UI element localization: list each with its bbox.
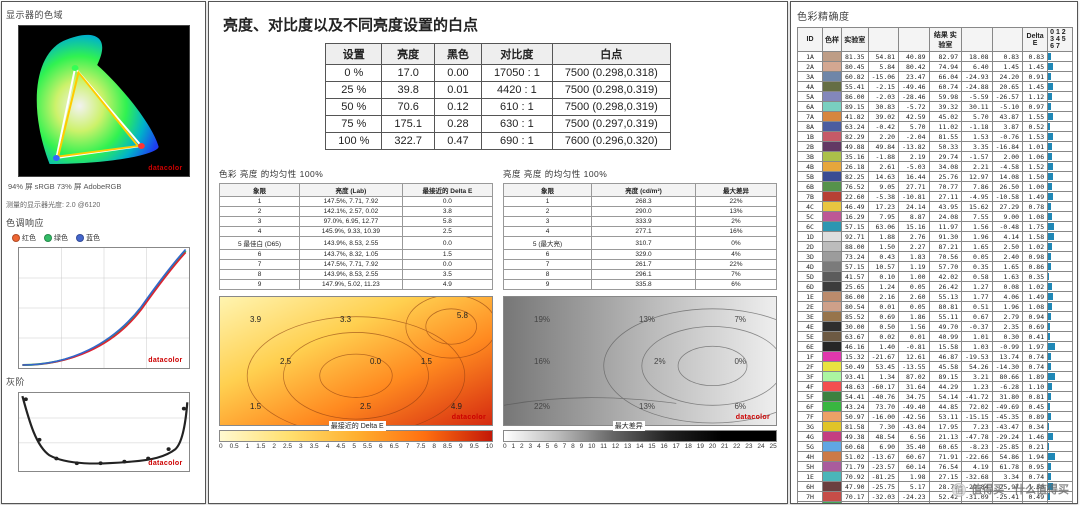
accuracy-row: 8A63.24 -0.42 5.7011.02 -1.18 3.870.52	[798, 122, 1073, 132]
brand-curve: datacolor	[148, 357, 182, 364]
grayscale-chart: datacolor	[18, 392, 190, 472]
luminance-ramp: 最大差异	[503, 430, 777, 442]
mid-title: 亮度、对比度以及不同亮度设置的白点	[223, 14, 777, 35]
accuracy-row: 2E80.54 0.01 0.0580.81 0.51 1.961.08	[798, 302, 1073, 312]
curve-legend: 红色 绿色 蓝色	[12, 233, 201, 243]
color-uniformity-table: 象限亮度 (Lab)最接近的 Delta E1147.5%, 7.71, 7.9…	[219, 183, 493, 290]
right-panel: 色彩精确度 ID色样实验室结果 实验室Delta E0 1 2 3 4 5 6 …	[790, 1, 1078, 504]
accuracy-row: 3E85.52 0.69 1.8655.11 0.67 2.790.94	[798, 312, 1073, 322]
brand-heat-b: datacolor	[736, 414, 770, 421]
gamut-title: 显示器的色域	[6, 8, 201, 21]
accuracy-row: 6C57.1563.06 15.1611.97 1.56 -0.481.75	[798, 222, 1073, 232]
color-uniformity-section: 色彩 亮度 的均匀性 100% 象限亮度 (Lab)最接近的 Delta E11…	[219, 166, 493, 450]
brand-heat-a: datacolor	[452, 414, 486, 421]
accuracy-row: 5E63.67 0.02 0.0140.99 1.01 0.300.41	[798, 332, 1073, 342]
delta-e-ramp: 最接近的 Delta E	[219, 430, 493, 442]
accuracy-row: 1A81.3554.8140.8982.9718.080.830.83	[798, 52, 1073, 62]
accuracy-row: 4H51.02-13.67 60.6771.91-22.66 54.861.94	[798, 452, 1073, 462]
luminance-uniformity-heatmap: 19% 13% 7% 16% 2% 0% 22% 13% 6% datacolo…	[503, 296, 777, 426]
accuracy-row: 7F50.97-16.00-42.5653.11-15.15-45.350.89	[798, 412, 1073, 422]
gamut-chart: datacolor	[18, 25, 190, 177]
accuracy-table: ID色样实验室结果 实验室Delta E0 1 2 3 4 5 6 7 1A81…	[797, 27, 1073, 504]
accuracy-row: 6A89.15 30.83 -5.7239.32 30.11 -5.100.97	[798, 102, 1073, 112]
accuracy-row: 3F93.41 1.34 87.0289.15 3.21 80.661.89	[798, 372, 1073, 382]
big-table-header: 对比度	[481, 44, 552, 65]
brand-gamut: datacolor	[148, 165, 182, 172]
accuracy-row: 6F43.24 73.70-49.4044.85 72.02-49.690.45	[798, 402, 1073, 412]
accuracy-row: 4B26.18 2.61 -5.0334.08 2.21 -4.581.52	[798, 162, 1073, 172]
accuracy-row: 2A80.45 5.8480.4274.94 6.401.451.45	[798, 62, 1073, 72]
gamut-coverage-note: 94% 屏 sRGB 73% 屏 AdobeRGB	[8, 181, 199, 192]
accuracy-row: 4A55.41 -2.15-49.4660.74-24.8820.651.45	[798, 82, 1073, 92]
brand-sharp: datacolor	[148, 460, 182, 467]
measured-label: 测量的显示器光度:	[6, 202, 64, 209]
accuracy-row: 7A41.82 39.02 42.5945.02 5.70 43.871.55	[798, 112, 1073, 122]
luminance-uniformity-section: 亮度 亮度 的均匀性 100% 象限亮度 (cd/m²)最大差异1268.322…	[503, 166, 777, 450]
accuracy-row: 2D88.00 1.50 2.2787.21 1.65 2.501.02	[798, 242, 1073, 252]
accuracy-row: 8H45.00-23.00 4.7345.90-30.39 5.260.79	[798, 502, 1073, 505]
accuracy-row: 4D57.15 10.57 1.1957.70 0.35 1.650.86	[798, 262, 1073, 272]
accuracy-row: 3B35.16 -1.88 2.1929.74 -1.57 2.001.06	[798, 152, 1073, 162]
accuracy-row: 5F54.41-40.76 34.7554.14-41.72 31.800.81	[798, 392, 1073, 402]
color-uniformity-title: 色彩 亮度 的均匀性 100%	[219, 168, 493, 180]
accuracy-row: 6B76.52 9.05 27.7170.77 7.86 26.501.00	[798, 182, 1073, 192]
accuracy-row: 2B49.8849.84-13.8250.33 3.35-16.841.01	[798, 142, 1073, 152]
accuracy-row: 5C16.29 7.95 8.8724.08 7.55 9.001.08	[798, 212, 1073, 222]
big-table-header: 黑色	[434, 44, 481, 65]
accuracy-row: 4E30.00 0.50 1.5649.70 -0.37 2.350.69	[798, 322, 1073, 332]
accuracy-title: 色彩精确度	[797, 8, 1073, 23]
accuracy-row: 1E86.00 2.16 2.6055.13 1.77 4.061.49	[798, 292, 1073, 302]
measured-value: 2.0 @6120	[66, 202, 100, 209]
accuracy-row: 4G49.38 48.54 6.5621.13-47.78-29.241.46	[798, 432, 1073, 442]
accuracy-row: 5A86.00 -2.03-28.4659.98 -5.59-26.571.12	[798, 92, 1073, 102]
accuracy-row: 3G81.58 7.30-43.0417.95 7.23-43.470.34	[798, 422, 1073, 432]
tone-response-chart: datacolor	[18, 247, 190, 369]
left-panel: 显示器的色域	[1, 1, 206, 504]
big-table-header: 设置	[326, 44, 382, 65]
big-table-header: 白点	[552, 44, 670, 65]
accuracy-row: 6D25.65 1.24 0.0526.42 1.27 0.081.02	[798, 282, 1073, 292]
accuracy-row: 3D73.24 0.43 1.8370.56 0.05 2.400.98	[798, 252, 1073, 262]
accuracy-row: 6E46.16 1.40 -0.8115.58 1.03 -0.991.97	[798, 342, 1073, 352]
accuracy-row: 4F48.63-60.17 31.6444.29 1.23 -6.281.10	[798, 382, 1073, 392]
watermark: 值 值得买 · 什么值得买	[952, 481, 1069, 497]
sharp-title: 灰阶	[6, 375, 201, 388]
brightness-contrast-table: 设置亮度黑色对比度白点 0 %17.00.0017050 : 17500 (0.…	[325, 43, 671, 150]
accuracy-row: 3A60.82-15.0623.4766.04-24.9324.200.91	[798, 72, 1073, 82]
luminance-uniformity-table: 象限亮度 (cd/m²)最大差异1268.322%2290.013%3333.9…	[503, 183, 777, 290]
curve-title: 色调响应	[6, 216, 201, 229]
accuracy-row: 1D92.71 1.88 2.7691.30 1.96 4.141.58	[798, 232, 1073, 242]
accuracy-row: 1F15.32-21.67 12.6146.87-19.5313.740.74	[798, 352, 1073, 362]
accuracy-row: 2F50.49 53.45-13.5545.58 54.26-14.300.74	[798, 362, 1073, 372]
accuracy-row: 5D41.57 0.10 1.0042.02 0.58 1.630.35	[798, 272, 1073, 282]
accuracy-row: 5G60.68 6.90 35.4060.65 -8.23-25.850.21	[798, 442, 1073, 452]
accuracy-row: 7B22.60 -5.38-10.8127.11 -4.95-10.581.49	[798, 192, 1073, 202]
accuracy-row: 5H71.79-23.57 60.1476.54 4.19 61.780.95	[798, 462, 1073, 472]
middle-panel: 亮度、对比度以及不同亮度设置的白点 设置亮度黑色对比度白点 0 %17.00.0…	[208, 1, 788, 504]
accuracy-row: 4C46.4917.23 24.1443.95 15.62 27.290.78	[798, 202, 1073, 212]
accuracy-row: 5B82.2514.63 16.4425.76 12.97 14.081.50	[798, 172, 1073, 182]
color-uniformity-heatmap: 3.9 3.3 5.8 2.5 0.0 1.5 1.5 2.5 4.9 data…	[219, 296, 493, 426]
accuracy-row: 1B82.29 2.20 -2.0481.55 1.53 -0.761.53	[798, 132, 1073, 142]
luminance-uniformity-title: 亮度 亮度 的均匀性 100%	[503, 168, 777, 180]
big-table-header: 亮度	[382, 44, 435, 65]
watermark-icon: 值	[952, 483, 966, 497]
